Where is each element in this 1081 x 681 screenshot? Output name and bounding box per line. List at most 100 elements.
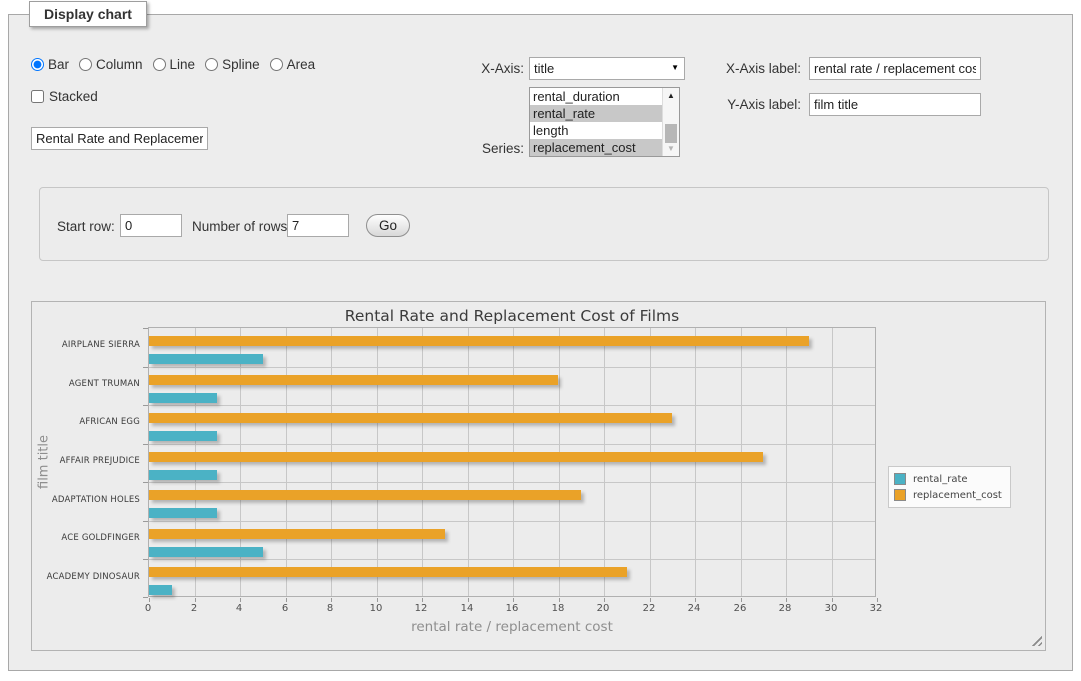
chart-type-radio-label: Spline xyxy=(222,57,260,72)
y-tick-mark xyxy=(143,328,148,329)
x-tick-label: 20 xyxy=(581,603,625,614)
gridline-x xyxy=(741,328,742,596)
gridline-x xyxy=(832,328,833,596)
x-tick-mark xyxy=(604,598,605,602)
scroll-thumb[interactable] xyxy=(665,124,677,143)
gridline-y xyxy=(149,367,875,368)
x-axis-select[interactable]: title xyxy=(529,57,685,80)
gridline-y xyxy=(149,482,875,483)
gridline-x xyxy=(604,328,605,596)
category-label: AFFAIR PREJUDICE xyxy=(32,456,140,466)
x-tick-mark xyxy=(240,598,241,602)
gridline-x xyxy=(468,328,469,596)
y-tick-mark xyxy=(143,482,148,483)
series-label: Series: xyxy=(449,141,524,156)
legend-entry-replacement_cost: replacement_cost xyxy=(894,487,1002,503)
y-tick-mark xyxy=(143,521,148,522)
bar-replacement_cost xyxy=(149,375,558,385)
bar-replacement_cost xyxy=(149,490,581,500)
bar-replacement_cost xyxy=(149,529,445,539)
x-tick-label: 2 xyxy=(172,603,216,614)
legend-label: rental_rate xyxy=(913,474,968,485)
series-scrollbar[interactable]: ▲ ▼ xyxy=(662,88,679,156)
y-tick-mark xyxy=(143,405,148,406)
legend-swatch-rental_rate xyxy=(894,473,906,485)
x-tick-mark xyxy=(195,598,196,602)
chart-type-bar[interactable]: Bar xyxy=(31,57,69,72)
x-tick-mark xyxy=(650,598,651,602)
x-tick-label: 26 xyxy=(718,603,762,614)
x-tick-label: 18 xyxy=(536,603,580,614)
x-tick-label: 6 xyxy=(263,603,307,614)
gridline-x xyxy=(422,328,423,596)
chart-type-line[interactable]: Line xyxy=(153,57,196,72)
chart-type-radio-label: Bar xyxy=(48,57,69,72)
bar-rental_rate xyxy=(149,508,217,518)
row-range-panel: Start row: Number of rows: Go xyxy=(39,187,1049,261)
chart-type-radio-spline[interactable] xyxy=(205,58,218,71)
num-rows-input[interactable] xyxy=(287,214,349,237)
display-chart-fieldset: Display chart BarColumnLineSplineArea St… xyxy=(8,14,1073,671)
series-option-replacement_cost[interactable]: replacement_cost xyxy=(530,139,662,156)
scroll-down-icon[interactable]: ▼ xyxy=(663,142,679,155)
chart-type-area[interactable]: Area xyxy=(270,57,316,72)
y-tick-mark xyxy=(143,559,148,560)
x-tick-label: 14 xyxy=(445,603,489,614)
gridline-x xyxy=(286,328,287,596)
x-axis-caption-input[interactable] xyxy=(809,57,981,80)
chart-x-axis-title: rental rate / replacement cost xyxy=(148,619,876,635)
category-label: ACADEMY DINOSAUR xyxy=(32,572,140,582)
stacked-checkbox[interactable] xyxy=(31,90,44,103)
go-button[interactable]: Go xyxy=(366,214,410,237)
x-tick-mark xyxy=(377,598,378,602)
x-axis-caption-label: X-Axis label: xyxy=(709,61,801,76)
series-option-rental_rate[interactable]: rental_rate xyxy=(530,105,662,122)
chart-type-radio-area[interactable] xyxy=(270,58,283,71)
chart-type-radio-column[interactable] xyxy=(79,58,92,71)
series-listbox[interactable]: rental_durationrental_ratelengthreplacem… xyxy=(529,87,680,157)
start-row-input[interactable] xyxy=(120,214,182,237)
gridline-x xyxy=(559,328,560,596)
bar-replacement_cost xyxy=(149,336,809,346)
x-tick-label: 8 xyxy=(308,603,352,614)
x-tick-mark xyxy=(331,598,332,602)
x-tick-mark xyxy=(468,598,469,602)
x-tick-mark xyxy=(832,598,833,602)
x-tick-mark xyxy=(422,598,423,602)
chart-title-input[interactable] xyxy=(31,127,208,150)
gridline-y xyxy=(149,521,875,522)
chart-type-column[interactable]: Column xyxy=(79,57,143,72)
bar-rental_rate xyxy=(149,547,263,557)
chart-container: Rental Rate and Replacement Cost of Film… xyxy=(31,301,1046,651)
bar-rental_rate xyxy=(149,393,217,403)
x-tick-label: 16 xyxy=(490,603,534,614)
num-rows-label: Number of rows: xyxy=(192,219,291,234)
gridline-y xyxy=(149,444,875,445)
scroll-up-icon[interactable]: ▲ xyxy=(663,89,679,102)
chart-type-radio-bar[interactable] xyxy=(31,58,44,71)
gridline-x xyxy=(377,328,378,596)
chart-type-radio-label: Area xyxy=(287,57,316,72)
start-row-label: Start row: xyxy=(57,219,115,234)
category-label: ACE GOLDFINGER xyxy=(32,533,140,543)
plot-area xyxy=(148,327,876,597)
resize-grip-icon[interactable] xyxy=(1031,635,1042,646)
series-option-length[interactable]: length xyxy=(530,122,662,139)
gridline-x xyxy=(786,328,787,596)
chart-type-spline[interactable]: Spline xyxy=(205,57,260,72)
x-tick-mark xyxy=(695,598,696,602)
category-label: AFRICAN EGG xyxy=(32,417,140,427)
x-tick-mark xyxy=(559,598,560,602)
x-tick-mark xyxy=(786,598,787,602)
stacked-label: Stacked xyxy=(49,89,98,104)
series-option-rental_duration[interactable]: rental_duration xyxy=(530,88,662,105)
chart-type-radio-label: Line xyxy=(170,57,196,72)
chart-x-tick-labels: 02468101214161820222426283032 xyxy=(148,603,876,616)
y-axis-caption-input[interactable] xyxy=(809,93,981,116)
legend-swatch-replacement_cost xyxy=(894,489,906,501)
y-axis-caption-label: Y-Axis label: xyxy=(709,97,801,112)
chart-type-radio-line[interactable] xyxy=(153,58,166,71)
x-tick-label: 30 xyxy=(809,603,853,614)
legend-label: replacement_cost xyxy=(913,490,1002,501)
chart-legend: rental_rate replacement_cost xyxy=(888,466,1011,508)
